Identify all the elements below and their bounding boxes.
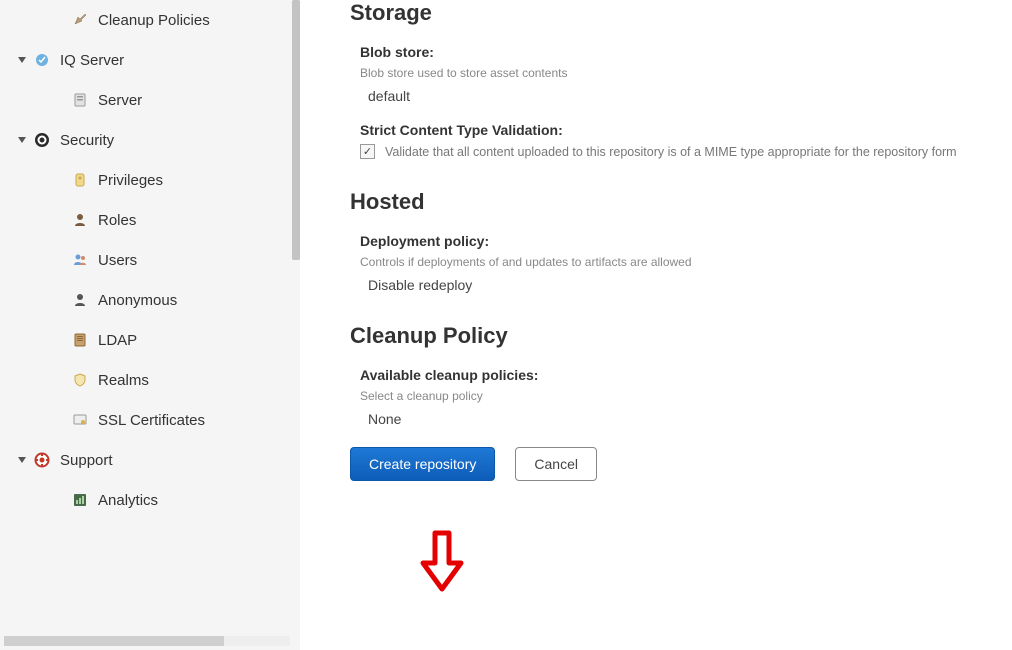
sidebar-item-cleanup-policies[interactable]: Cleanup Policies [0,0,300,40]
sidebar-group-support[interactable]: Support [0,440,300,480]
security-icon [34,132,50,148]
caret-down-icon [18,57,26,63]
deployment-policy-help: Controls if deployments of and updates t… [360,255,1012,269]
blob-store-value: default [368,88,1012,104]
sidebar-hscroll[interactable] [4,636,290,646]
sidebar-item-roles[interactable]: Roles [0,200,300,240]
available-cleanup-help: Select a cleanup policy [360,389,1012,403]
strict-validation-text: Validate that all content uploaded to th… [385,145,957,159]
sidebar-item-anonymous[interactable]: Anonymous [0,280,300,320]
sidebar-item-ssl-certificates[interactable]: SSL Certificates [0,400,300,440]
users-icon [72,252,88,268]
sidebar-item-users[interactable]: Users [0,240,300,280]
deployment-policy-value: Disable redeploy [368,277,1012,293]
sidebar-label: Roles [98,212,136,229]
cancel-button[interactable]: Cancel [515,447,597,481]
sidebar-item-realms[interactable]: Realms [0,360,300,400]
realms-icon [72,372,88,388]
available-cleanup-label: Available cleanup policies: [360,367,1012,383]
anonymous-icon [72,292,88,308]
certificate-icon [72,412,88,428]
iq-server-icon [34,52,50,68]
strict-validation-checkbox[interactable]: ✓ [360,144,375,159]
deployment-policy-label: Deployment policy: [360,233,1012,249]
available-cleanup-value: None [368,411,1012,427]
sidebar-label: IQ Server [60,52,124,69]
sidebar-item-privileges[interactable]: Privileges [0,160,300,200]
privileges-icon [72,172,88,188]
strict-validation-label: Strict Content Type Validation: [360,122,1012,138]
sidebar-group-security[interactable]: Security [0,120,300,160]
sidebar-label: SSL Certificates [98,412,205,429]
cleanup-policy-heading: Cleanup Policy [350,323,1012,349]
sidebar-label: LDAP [98,332,137,349]
create-repository-button[interactable]: Create repository [350,447,495,481]
sidebar-label: Server [98,92,142,109]
sidebar-label: Support [60,452,113,469]
analytics-icon [72,492,88,508]
server-icon [72,92,88,108]
caret-down-icon [18,457,26,463]
sidebar-label: Users [98,252,137,269]
action-buttons: Create repository Cancel [350,447,1012,481]
ldap-icon [72,332,88,348]
storage-heading: Storage [350,0,1012,26]
blob-store-help: Blob store used to store asset contents [360,66,1012,80]
main-content: Storage Blob store: Blob store used to s… [300,0,1012,650]
sidebar-item-server[interactable]: Server [0,80,300,120]
sidebar-label: Analytics [98,492,158,509]
sidebar-label: Security [60,132,114,149]
blob-store-label: Blob store: [360,44,1012,60]
sidebar-item-ldap[interactable]: LDAP [0,320,300,360]
sidebar-scrollbar[interactable] [292,0,300,260]
sidebar-label: Privileges [98,172,163,189]
caret-down-icon [18,137,26,143]
sidebar: Cleanup Policies IQ Server Server Securi… [0,0,300,650]
sidebar-label: Realms [98,372,149,389]
sidebar-item-analytics[interactable]: Analytics [0,480,300,520]
sidebar-group-iq-server[interactable]: IQ Server [0,40,300,80]
broom-icon [72,12,88,28]
sidebar-label: Anonymous [98,292,177,309]
hosted-heading: Hosted [350,189,1012,215]
roles-icon [72,212,88,228]
sidebar-label: Cleanup Policies [98,12,210,29]
support-icon [34,452,50,468]
